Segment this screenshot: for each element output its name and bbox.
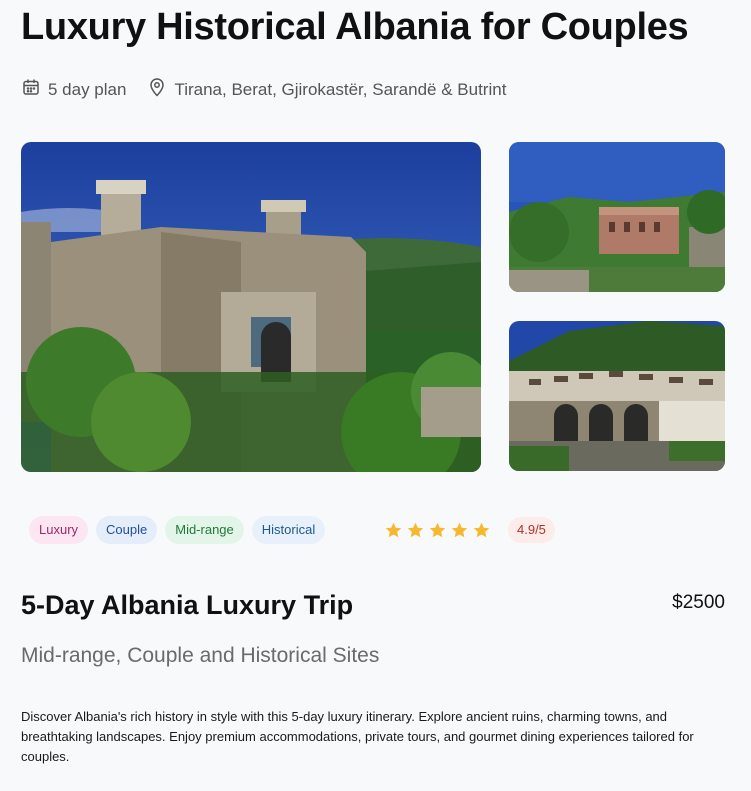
star-icon bbox=[473, 522, 490, 537]
star-icon bbox=[429, 522, 446, 537]
hill-fortress-photo bbox=[509, 142, 725, 292]
star-icon bbox=[451, 522, 468, 537]
locations-info: Tirana, Berat, Gjirokastër, Sarandë & Bu… bbox=[148, 77, 506, 102]
rating-badge: 4.9/5 bbox=[508, 517, 555, 543]
calendar-icon bbox=[22, 78, 48, 101]
castle-ruins-photo bbox=[21, 142, 481, 472]
star-icon bbox=[385, 522, 402, 537]
duration-label: 5 day plan bbox=[48, 79, 127, 99]
tag-luxury[interactable]: Luxury bbox=[29, 516, 89, 544]
star-rating bbox=[384, 521, 494, 540]
trip-meta: 5 day plan Tirana, Berat, Gjirokastër, S… bbox=[22, 77, 506, 102]
main-gallery-image[interactable] bbox=[21, 142, 481, 472]
star-icon bbox=[407, 522, 424, 537]
tag-mid-range[interactable]: Mid-range bbox=[165, 516, 244, 544]
side-gallery-image-1[interactable] bbox=[509, 142, 725, 292]
duration-info: 5 day plan bbox=[22, 78, 126, 101]
trip-price: $2500 bbox=[672, 592, 725, 613]
tag-list: Luxury Couple Mid-range Historical bbox=[29, 516, 333, 544]
tag-historical[interactable]: Historical bbox=[251, 516, 326, 544]
rating: 4.9/5 bbox=[384, 516, 555, 544]
locations-label: Tirana, Berat, Gjirokastër, Sarandë & Bu… bbox=[174, 79, 507, 99]
old-town-photo bbox=[509, 321, 725, 471]
trip-name: 5-Day Albania Luxury Trip bbox=[21, 590, 354, 620]
trip-description: Discover Albania's rich history in style… bbox=[21, 709, 694, 764]
page-title: Luxury Historical Albania for Couples bbox=[21, 6, 689, 48]
tag-couple[interactable]: Couple bbox=[96, 516, 158, 544]
side-gallery-image-2[interactable] bbox=[509, 321, 725, 471]
location-pin-icon bbox=[148, 77, 174, 102]
trip-subtitle: Mid-range, Couple and Historical Sites bbox=[21, 644, 380, 667]
